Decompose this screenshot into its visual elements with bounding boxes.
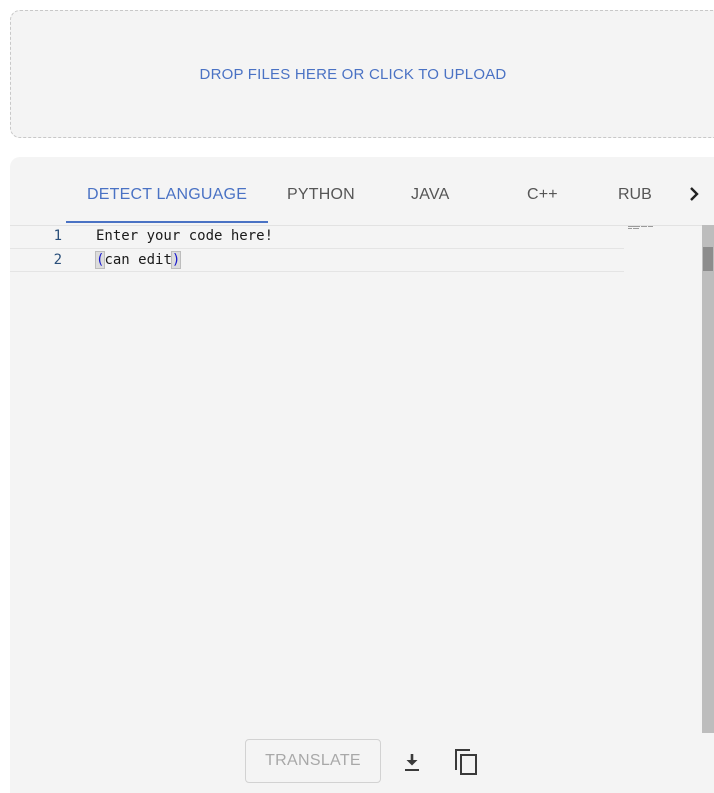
line-text[interactable]: Enter your code here! — [96, 225, 273, 247]
copy-icon — [455, 749, 477, 775]
chevron-right-icon — [690, 187, 699, 201]
tab-python[interactable]: PYTHON — [287, 186, 355, 204]
close-bracket: ) — [170, 251, 182, 269]
code-translator-page: DROP FILES HERE OR CLICK TO UPLOAD DETEC… — [0, 0, 714, 793]
active-tab-indicator — [66, 221, 268, 223]
tab-java[interactable]: JAVA — [411, 186, 449, 204]
tab-cpp[interactable]: C++ — [527, 186, 558, 204]
code-editor[interactable]: 1 Enter your code here! 2 (can edit) — [10, 225, 714, 733]
download-icon — [405, 754, 419, 771]
copy-button[interactable] — [451, 747, 481, 777]
file-drop-zone[interactable]: DROP FILES HERE OR CLICK TO UPLOAD — [10, 10, 714, 138]
line-text-content: can edit — [104, 252, 172, 268]
tabs-scroll-next-button[interactable] — [682, 179, 706, 209]
line-number: 1 — [53, 228, 62, 244]
editor-minimap[interactable] — [628, 225, 654, 231]
translate-button[interactable]: TRANSLATE — [245, 739, 381, 783]
tab-detect-language[interactable]: DETECT LANGUAGE — [87, 186, 247, 204]
tab-ruby[interactable]: RUBY — [618, 186, 652, 204]
language-tabs: DETECT LANGUAGE PYTHON JAVA C++ RUBY — [10, 157, 714, 226]
drop-zone-label: DROP FILES HERE OR CLICK TO UPLOAD — [199, 66, 507, 83]
scrollbar-thumb[interactable] — [703, 247, 713, 271]
download-button[interactable] — [397, 747, 427, 777]
code-line: 2 (can edit) — [10, 248, 624, 272]
code-line: 1 Enter your code here! — [10, 225, 624, 247]
line-number: 2 — [53, 252, 62, 268]
line-text[interactable]: (can edit) — [94, 249, 182, 271]
editor-scrollbar[interactable] — [702, 225, 714, 733]
editor-card: DETECT LANGUAGE PYTHON JAVA C++ RUBY 1 E… — [10, 157, 714, 793]
